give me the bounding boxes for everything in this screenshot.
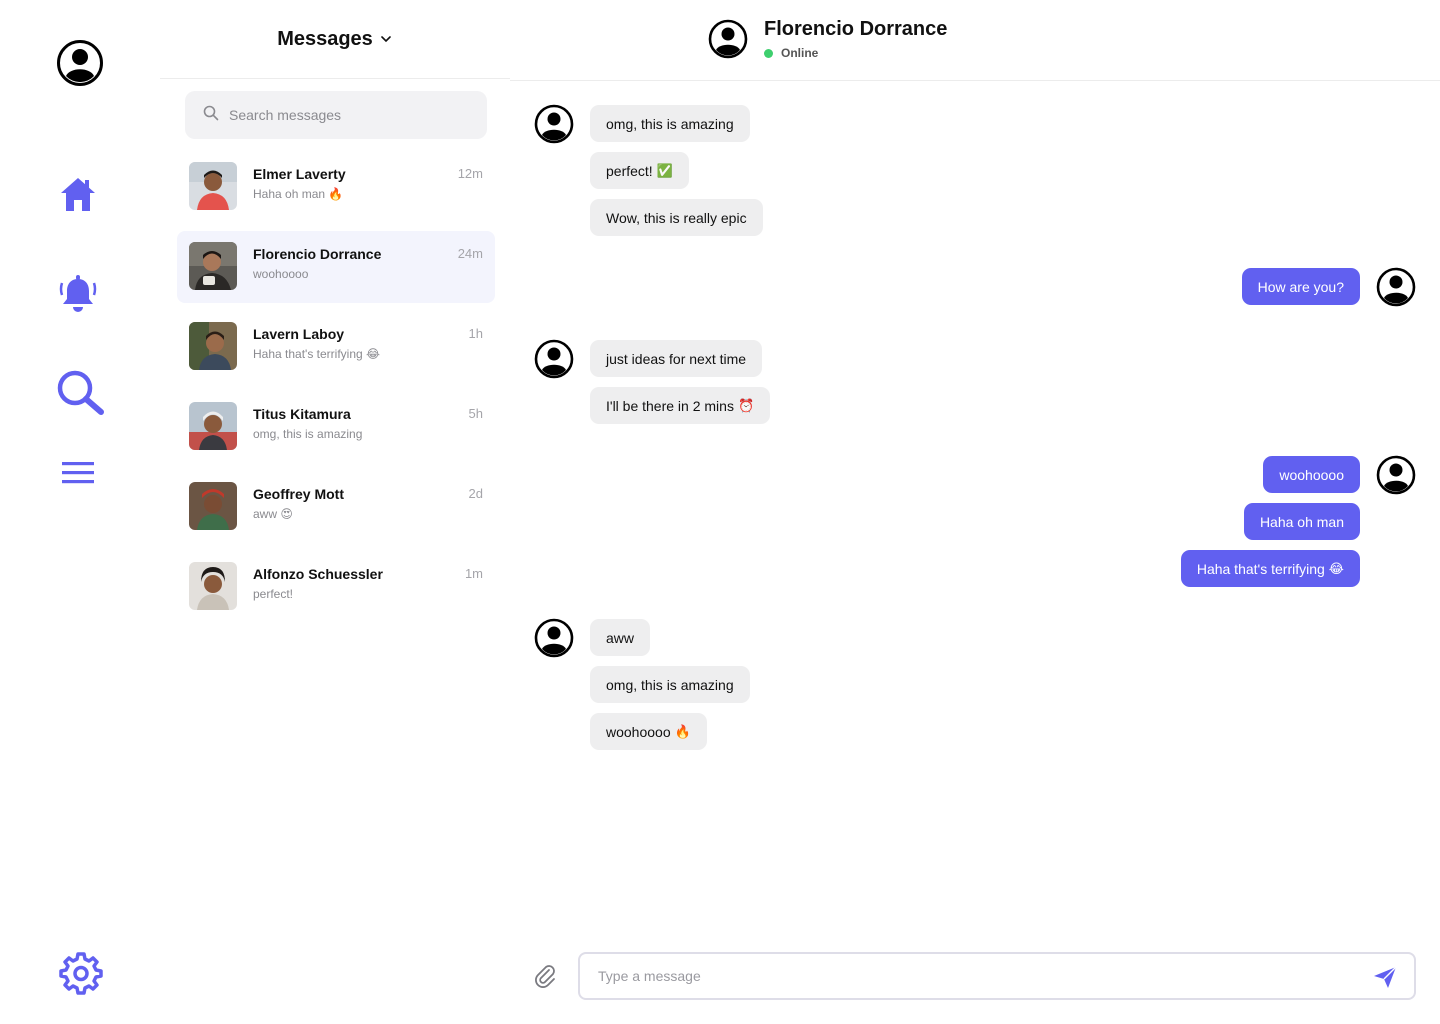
sender-avatar-icon bbox=[534, 104, 574, 144]
search-messages-box bbox=[185, 91, 487, 139]
messaging-app: Messages Elmer Laverty Haha oh man 🔥 12m bbox=[0, 0, 1440, 1024]
contact-photo bbox=[189, 162, 237, 210]
conversation-time: 24m bbox=[457, 246, 483, 261]
conversation-preview: omg, this is amazing bbox=[253, 427, 363, 441]
message-bubble-outgoing: woohoooo bbox=[1263, 456, 1360, 493]
contact-photo bbox=[189, 562, 237, 610]
search-icon bbox=[203, 105, 219, 126]
conversation-time: 2d bbox=[468, 486, 483, 501]
contact-status: Online bbox=[764, 46, 818, 60]
left-nav-rail bbox=[0, 0, 160, 1024]
conversation-name: Florencio Dorrance bbox=[253, 246, 382, 262]
conversation-time: 1m bbox=[464, 566, 483, 581]
conversation-preview: perfect! bbox=[253, 587, 294, 601]
contact-photo bbox=[189, 322, 237, 370]
message-bubble-incoming: woohoooo 🔥 bbox=[590, 713, 707, 750]
message-composer bbox=[510, 952, 1440, 1000]
chat-panel: Florencio Dorrance Online omg, this is a… bbox=[510, 0, 1440, 1024]
sender-avatar-icon bbox=[534, 618, 574, 658]
contact-photo bbox=[189, 482, 237, 530]
message-input[interactable] bbox=[578, 952, 1416, 1000]
my-avatar-icon bbox=[1376, 455, 1416, 495]
conversation-preview: Haha oh man 🔥 bbox=[253, 187, 344, 201]
my-avatar-icon bbox=[1376, 267, 1416, 307]
conversation-preview: Haha that's terrifying 😂 bbox=[253, 347, 381, 361]
status-label: Online bbox=[781, 46, 819, 60]
message-bubble-incoming: omg, this is amazing bbox=[590, 105, 750, 142]
message-bubble-incoming: aww bbox=[590, 619, 651, 656]
chevron-down-icon bbox=[379, 32, 393, 46]
contact-photo bbox=[189, 402, 237, 450]
conversation-time: 12m bbox=[457, 166, 483, 181]
message-bubble-outgoing: How are you? bbox=[1241, 268, 1360, 305]
conversation-time: 5h bbox=[468, 406, 483, 421]
message-bubble-incoming: perfect! ✅ bbox=[590, 152, 689, 189]
messages-dropdown[interactable]: Messages bbox=[160, 0, 510, 79]
contact-avatar-icon[interactable] bbox=[708, 19, 748, 59]
alarm-clock-emoji-icon: ⏰ bbox=[737, 397, 755, 413]
search-icon[interactable] bbox=[54, 368, 108, 416]
chat-header: Florencio Dorrance Online bbox=[510, 0, 1440, 81]
conversation-item-active[interactable]: Florencio Dorrance woohoooo 24m bbox=[177, 231, 495, 303]
home-icon[interactable] bbox=[56, 172, 100, 216]
menu-icon[interactable] bbox=[58, 456, 98, 490]
user-avatar-icon[interactable] bbox=[56, 39, 104, 87]
gear-icon[interactable] bbox=[58, 950, 104, 996]
emoji-icon: 😂 bbox=[366, 347, 381, 361]
conversation-list-panel: Messages Elmer Laverty Haha oh man 🔥 12m bbox=[160, 0, 510, 1024]
conversation-item[interactable]: Alfonzo Schuessler perfect! 1m bbox=[177, 551, 495, 623]
fire-emoji-icon: 🔥 bbox=[674, 723, 691, 739]
emoji-icon: 🔥 bbox=[328, 187, 344, 201]
search-messages-input[interactable] bbox=[229, 107, 469, 123]
message-bubble-incoming: just ideas for next time bbox=[590, 340, 763, 377]
message-bubble-outgoing: Haha that's terrifying 😂 bbox=[1180, 550, 1360, 587]
send-icon[interactable] bbox=[1372, 964, 1398, 990]
conversation-preview: woohoooo bbox=[253, 267, 309, 281]
conversation-time: 1h bbox=[468, 326, 483, 341]
laughing-emoji-icon: 😂 bbox=[1328, 560, 1344, 576]
message-bubble-incoming: omg, this is amazing bbox=[590, 666, 750, 703]
emoji-icon: 😍 bbox=[280, 507, 293, 521]
conversation-name: Titus Kitamura bbox=[253, 406, 351, 422]
checkmark-emoji-icon: ✅ bbox=[656, 162, 673, 178]
conversation-name: Geoffrey Mott bbox=[253, 486, 344, 502]
messages-title: Messages bbox=[277, 27, 373, 50]
contact-photo bbox=[189, 242, 237, 290]
message-bubble-incoming: I'll be there in 2 mins ⏰ bbox=[590, 387, 771, 424]
conversation-item[interactable]: Elmer Laverty Haha oh man 🔥 12m bbox=[177, 151, 495, 223]
paperclip-icon[interactable] bbox=[532, 963, 558, 989]
message-bubble-outgoing: Haha oh man bbox=[1243, 503, 1360, 540]
contact-name: Florencio Dorrance bbox=[764, 18, 948, 40]
conversation-name: Alfonzo Schuessler bbox=[253, 566, 383, 582]
sender-avatar-icon bbox=[534, 339, 574, 379]
conversation-item[interactable]: Lavern Laboy Haha that's terrifying 😂 1h bbox=[177, 311, 495, 383]
bell-icon[interactable] bbox=[56, 272, 100, 316]
conversation-preview: aww 😍 bbox=[253, 507, 293, 521]
conversation-name: Elmer Laverty bbox=[253, 166, 346, 182]
conversation-item[interactable]: Geoffrey Mott aww 😍 2d bbox=[177, 471, 495, 543]
message-bubble-incoming: Wow, this is really epic bbox=[590, 199, 763, 236]
conversation-item[interactable]: Titus Kitamura omg, this is amazing 5h bbox=[177, 391, 495, 463]
conversation-name: Lavern Laboy bbox=[253, 326, 345, 342]
online-dot-icon bbox=[764, 48, 773, 58]
